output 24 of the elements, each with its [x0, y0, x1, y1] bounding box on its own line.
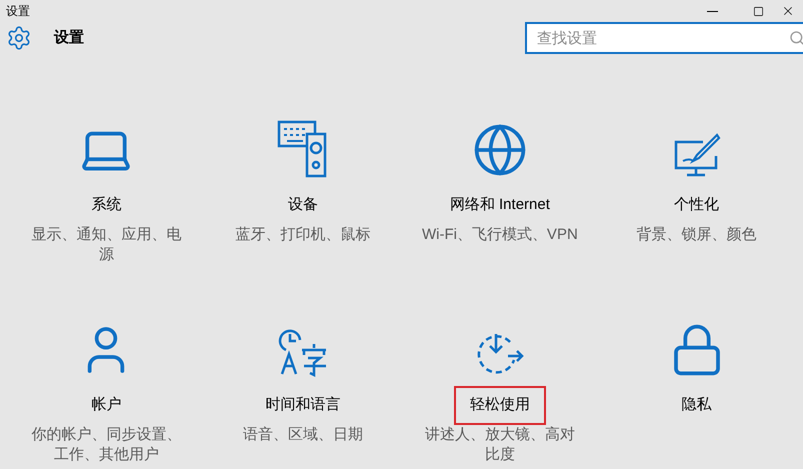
search-field[interactable]: 查找设置 — [525, 22, 803, 54]
tile-title[interactable]: 设备 — [288, 194, 318, 216]
tile-description: 讲述人、放大镜、高对比度 — [424, 424, 576, 464]
tile-description: 你的帐户、同步设置、工作、其他用户 — [30, 424, 182, 464]
tile-title[interactable]: 帐户 — [91, 394, 122, 416]
monitor-brush-icon — [672, 132, 721, 178]
search-icon — [789, 30, 803, 46]
page-title: 设置 — [54, 28, 84, 48]
tile-description: Wi-Fi、飞行模式、VPN — [420, 224, 579, 244]
minimize-icon — [706, 10, 718, 12]
tile-title[interactable]: 隐私 — [682, 394, 712, 416]
tile-description: 背景、锁屏、颜色 — [636, 224, 758, 244]
clock-letters-icon — [278, 328, 328, 378]
tile-title[interactable]: 个性化 — [674, 194, 720, 216]
window-title: 设置 — [6, 3, 30, 20]
maximize-icon — [752, 6, 764, 16]
tile-title[interactable]: 网络和 Internet — [450, 194, 550, 216]
tile-title[interactable]: 时间和语言 — [266, 394, 341, 416]
keyboard-speaker-icon — [277, 120, 330, 178]
tile-description: 语音、区域、日期 — [242, 424, 364, 444]
tile-description: 蓝牙、打印机、鼠标 — [234, 224, 372, 244]
tile-title[interactable]: 系统 — [91, 194, 122, 216]
tile-description: 显示、通知、应用、电源 — [30, 224, 182, 264]
settings-icon — [6, 25, 32, 51]
